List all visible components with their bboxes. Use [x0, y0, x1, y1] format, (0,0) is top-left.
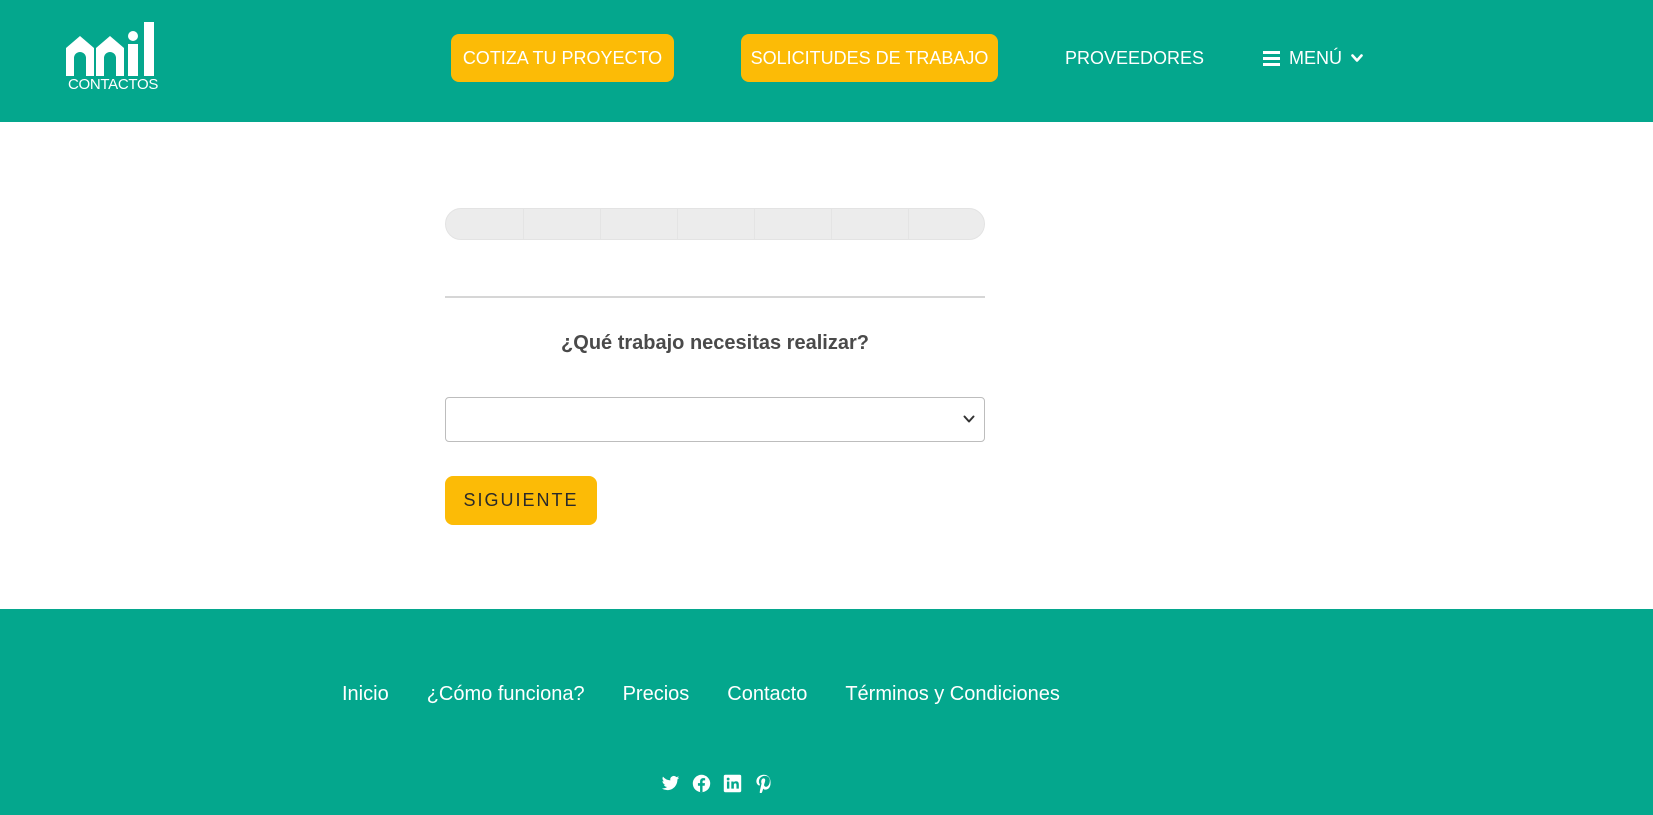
- progress-segment-divider: [908, 209, 909, 239]
- question-title: ¿Qué trabajo necesitas realizar?: [561, 332, 869, 354]
- site-header: CONTACTOS COTIZA TU PROYECTO SOLICITUDES…: [0, 0, 1653, 122]
- pinterest-icon[interactable]: [754, 774, 773, 795]
- footer-link-terminos[interactable]: Términos y Condiciones: [845, 683, 1060, 706]
- cotiza-proyecto-button[interactable]: COTIZA TU PROYECTO: [451, 34, 674, 82]
- footer-link-como-funciona[interactable]: ¿Cómo funciona?: [427, 683, 585, 706]
- menu-toggle[interactable]: MENÚ: [1263, 34, 1363, 82]
- linkedin-icon[interactable]: [723, 774, 742, 793]
- work-type-select[interactable]: [445, 397, 985, 442]
- hamburger-icon: [1263, 50, 1280, 66]
- proveedores-link[interactable]: PROVEEDORES: [1065, 34, 1204, 82]
- footer-link-inicio[interactable]: Inicio: [342, 683, 389, 706]
- chevron-down-icon: [963, 415, 975, 423]
- site-footer: Inicio ¿Cómo funciona? Precios Contacto …: [0, 609, 1653, 815]
- progress-segment-divider: [523, 209, 524, 239]
- siguiente-button[interactable]: SIGUIENTE: [445, 476, 597, 525]
- social-links: [661, 774, 773, 795]
- progress-segment-divider: [677, 209, 678, 239]
- progress-segment-divider: [754, 209, 755, 239]
- facebook-icon[interactable]: [692, 774, 711, 793]
- form-divider: [445, 296, 985, 298]
- footer-link-contacto[interactable]: Contacto: [727, 683, 807, 706]
- logo-mark: [66, 22, 154, 76]
- site-logo[interactable]: CONTACTOS: [66, 22, 160, 94]
- progress-segment-divider: [831, 209, 832, 239]
- progress-segment-divider: [600, 209, 601, 239]
- solicitudes-trabajo-button[interactable]: SOLICITUDES DE TRABAJO: [741, 34, 998, 82]
- progress-bar: [445, 208, 985, 240]
- chevron-down-icon: [1351, 53, 1363, 62]
- menu-label: MENÚ: [1289, 47, 1342, 68]
- logo-text: CONTACTOS: [67, 76, 159, 93]
- twitter-icon[interactable]: [661, 774, 680, 793]
- footer-nav: Inicio ¿Cómo funciona? Precios Contacto …: [342, 683, 1060, 706]
- footer-link-precios[interactable]: Precios: [623, 683, 690, 706]
